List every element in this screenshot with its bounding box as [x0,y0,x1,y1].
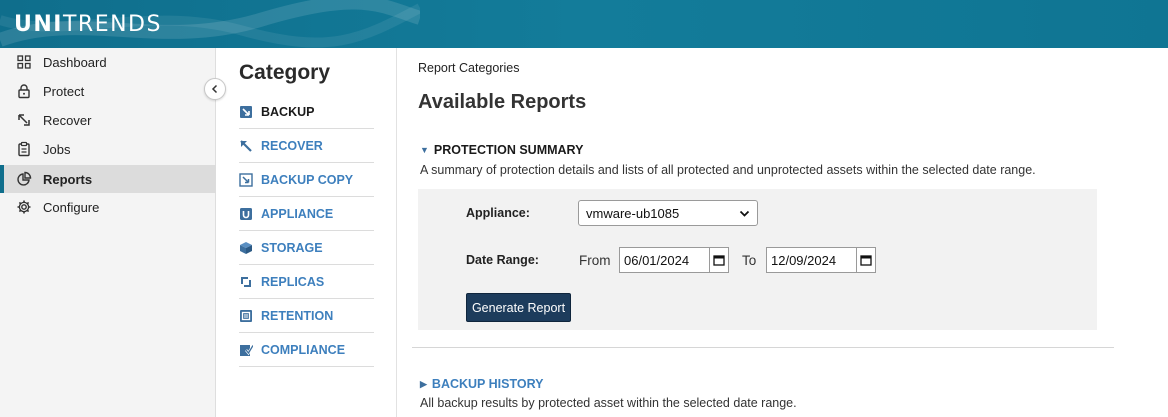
category-item-backup[interactable]: BACKUP [239,95,374,129]
generate-report-button[interactable]: Generate Report [466,293,571,322]
date-range-label: Date Range: [466,253,539,267]
category-item-appliance[interactable]: APPLIANCE [239,197,374,231]
replicas-icon [241,276,251,287]
chevron-down-icon [739,210,750,217]
section-divider [412,347,1114,348]
category-item-label: COMPLIANCE [261,342,346,357]
category-item-label: APPLIANCE [261,206,334,221]
sidebar-item-recover[interactable]: Recover [0,106,216,134]
clipboard-icon [18,141,30,157]
from-calendar-button[interactable] [709,247,729,273]
calendar-icon [860,255,872,266]
protection-summary-toggle[interactable]: ▼ PROTECTION SUMMARY [420,143,583,157]
category-item-label: STORAGE [261,240,323,255]
protection-summary-description: A summary of protection details and list… [420,163,1036,177]
appliance-select-value: vmware-ub1085 [586,206,680,221]
storage-cube-icon [240,241,252,254]
retention-icon [240,309,252,322]
to-date-input[interactable]: 12/09/2024 [766,247,856,273]
appliance-label: Appliance: [466,206,530,220]
collapse-sidebar-button[interactable] [204,78,226,100]
category-item-label: RETENTION [261,308,334,323]
calendar-icon [713,255,725,266]
page-title: Available Reports [418,91,587,113]
from-date-input[interactable]: 06/01/2024 [619,247,709,273]
category-item-label: REPLICAS [261,274,325,289]
sidebar-item-label: Jobs [43,141,71,157]
sidebar-item-label: Dashboard [43,54,107,70]
top-header: UNITRENDS [0,0,1168,48]
recover-arrow-icon [18,114,30,126]
chevron-left-icon [211,84,218,94]
pie-chart-icon [17,171,32,186]
caret-down-icon: ▼ [420,145,429,155]
sidebar-item-label: Recover [43,112,92,128]
caret-right-icon: ▶ [420,378,427,389]
category-item-recover[interactable]: RECOVER [239,129,374,163]
sidebar-item-jobs[interactable]: Jobs [0,135,216,163]
unitrends-logo[interactable]: UNITRENDS [14,12,162,37]
category-item-label: BACKUP COPY [261,172,354,187]
main-content: Report Categories Available Reports ▼ PR… [398,48,1168,417]
breadcrumb[interactable]: Report Categories [418,61,519,75]
from-label: From [579,253,611,268]
category-item-compliance[interactable]: COMPLIANCE [239,333,374,367]
sidebar-item-configure[interactable]: Configure [0,193,216,221]
recover-icon [240,139,252,152]
sidebar-item-label: Reports [43,171,93,187]
to-calendar-button[interactable] [856,247,876,273]
category-item-label: BACKUP [261,104,315,119]
sidebar: Dashboard Protect Recover Jobs Reports C… [0,48,216,417]
lock-icon [18,84,30,99]
gear-icon [17,200,31,214]
appliance-select[interactable]: vmware-ub1085 [578,200,758,226]
sidebar-item-label: Protect [43,83,85,99]
backup-icon [240,105,252,118]
compliance-icon [240,344,253,356]
protection-summary-heading: PROTECTION SUMMARY [433,143,584,157]
category-title: Category [239,61,331,84]
sidebar-item-label: Configure [43,199,100,215]
appliance-icon [240,207,252,220]
category-item-label: RECOVER [261,138,323,153]
sidebar-item-dashboard[interactable]: Dashboard [0,48,216,76]
report-options-panel: Appliance: vmware-ub1085 Date Range: Fro… [418,189,1097,330]
dashboard-icon [17,55,31,69]
backup-history-description: All backup results by protected asset wi… [420,396,797,410]
category-item-replicas[interactable]: REPLICAS [239,265,374,299]
backup-history-toggle[interactable]: ▶ BACKUP HISTORY [420,377,544,391]
category-item-backup-copy[interactable]: BACKUP COPY [239,163,374,197]
sidebar-item-reports[interactable]: Reports [0,165,216,193]
category-item-storage[interactable]: STORAGE [239,231,374,265]
backup-copy-icon [239,172,253,187]
category-item-retention[interactable]: RETENTION [239,299,374,333]
to-label: To [742,253,757,268]
category-panel: Category BACKUP RECOVER BACKUP COPY APPL… [217,48,397,417]
sidebar-item-protect[interactable]: Protect [0,77,216,105]
backup-history-heading: BACKUP HISTORY [431,377,544,391]
